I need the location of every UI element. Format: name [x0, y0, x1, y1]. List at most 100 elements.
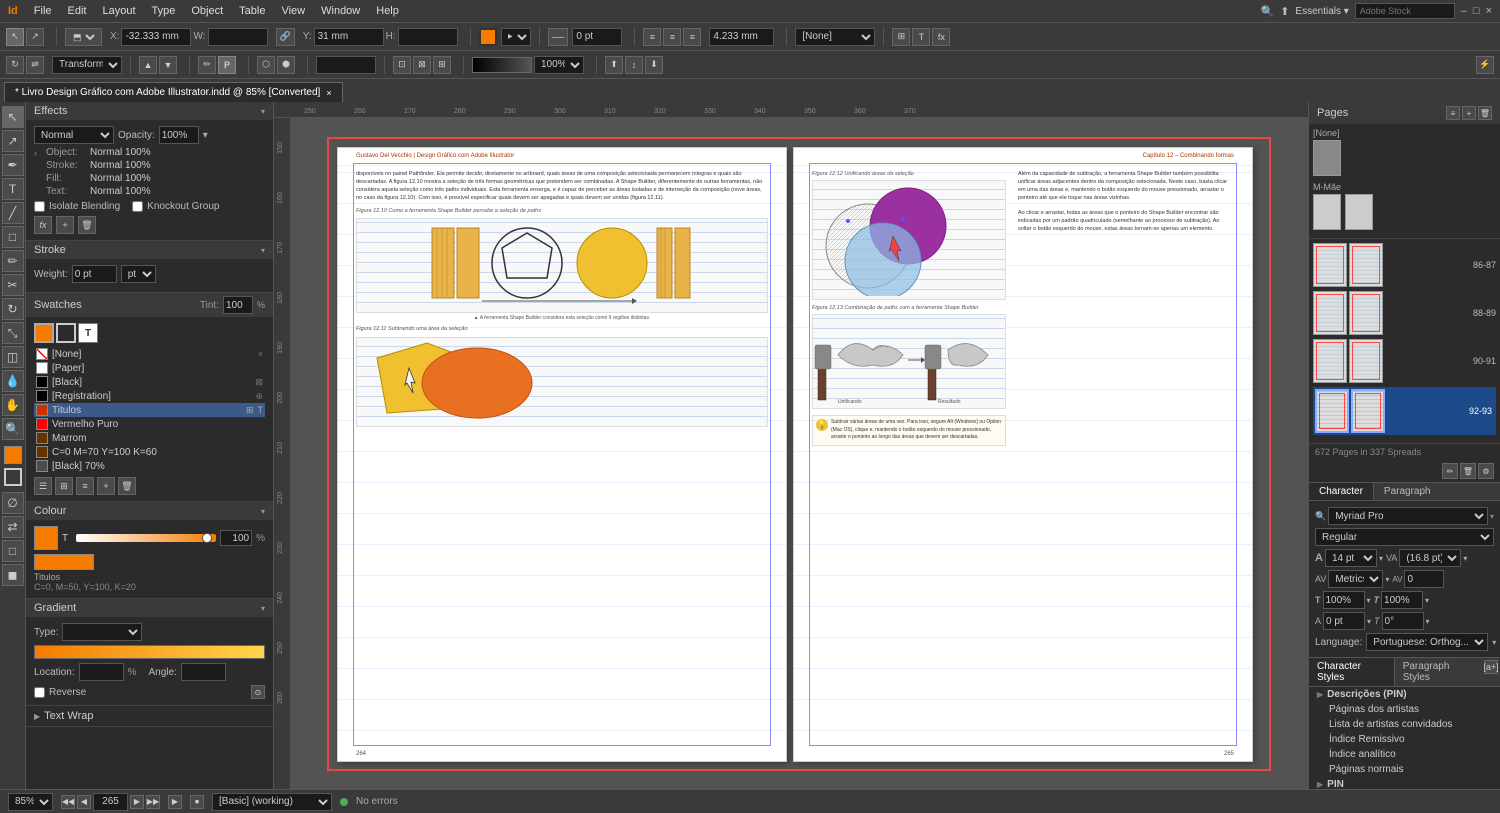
styles-indice-remissivo[interactable]: Índice Remissivo — [1309, 732, 1500, 747]
gradient-angle-input[interactable] — [181, 663, 226, 681]
font-family-select[interactable]: Myriad Pro — [1328, 507, 1488, 525]
scale-v-input[interactable] — [1381, 591, 1423, 609]
styles-descricoes-pin-group[interactable]: ▶ Descrições (PIN) — [1309, 687, 1500, 702]
swatch-list-btn[interactable]: ≡ — [76, 477, 94, 495]
scale-h-arrow[interactable]: ▾ — [1367, 596, 1371, 605]
share-icon[interactable]: ⬆ — [1280, 5, 1289, 18]
scale-h-input[interactable] — [1323, 591, 1365, 609]
prev-btn[interactable]: ◀ — [77, 795, 91, 809]
scale-v-arrow[interactable]: ▾ — [1425, 596, 1429, 605]
tab-para-styles[interactable]: Paragraph Styles — [1395, 658, 1482, 686]
textwrap-header[interactable]: ▶ Text Wrap — [26, 706, 273, 726]
baseline-input[interactable] — [1323, 612, 1365, 630]
type-tool-sidebar[interactable]: T — [2, 178, 24, 200]
stroke-header[interactable]: Stroke ▾ — [26, 241, 273, 259]
leading-arrow[interactable]: ▾ — [1463, 554, 1467, 563]
colour-slider-track[interactable] — [76, 534, 216, 542]
pages-del-btn[interactable]: 🗑 — [1478, 106, 1492, 120]
swatch-menu-btn[interactable]: ☰ — [34, 477, 52, 495]
styles-paginas-artistas[interactable]: Páginas dos artistas — [1309, 702, 1500, 717]
gradient-header[interactable]: Gradient ▾ — [26, 599, 273, 617]
prev-page-btn[interactable]: ◀◀ — [61, 795, 75, 809]
gradient-type-select[interactable] — [62, 623, 142, 641]
mode-select[interactable]: [Basic] (working) — [212, 793, 332, 811]
tint-input[interactable] — [223, 296, 253, 314]
x-input[interactable] — [121, 28, 191, 46]
spread-9091-right[interactable] — [1349, 339, 1383, 383]
reflect-tool[interactable]: ⇌ — [26, 56, 44, 74]
isolate-blending-cb[interactable] — [34, 201, 45, 212]
effects-del-btn[interactable]: 🗑 — [78, 216, 96, 234]
page-mase-thumb-l[interactable] — [1313, 194, 1341, 230]
h-input[interactable] — [398, 28, 458, 46]
styles-paginas-normais[interactable]: Páginas normais — [1309, 762, 1500, 777]
gradient-reverse-label[interactable]: Reverse — [34, 687, 86, 698]
stop-btn[interactable]: ⏹ — [190, 795, 204, 809]
fx-icon[interactable]: fx — [34, 216, 52, 234]
pages-edit-btn[interactable]: ✏ — [1442, 463, 1458, 479]
spread-9293-left[interactable] — [1315, 389, 1349, 433]
fill-swatch[interactable] — [479, 28, 497, 46]
menu-view[interactable]: View — [281, 5, 305, 17]
opacity-input[interactable] — [159, 126, 199, 144]
swatch-black70[interactable]: [Black] 70% — [34, 459, 265, 473]
preview-mode-btn[interactable]: ◼ — [2, 564, 24, 586]
essentials-label[interactable]: Essentials ▾ — [1295, 6, 1348, 17]
anchor-tool[interactable]: ⬢ — [277, 56, 295, 74]
transform-select2[interactable]: Transform — [52, 56, 122, 74]
rotate-tool-sidebar[interactable]: ↻ — [2, 298, 24, 320]
pages-menu-btn[interactable]: ≡ — [1446, 106, 1460, 120]
w-input[interactable] — [208, 28, 268, 46]
weight-input[interactable] — [72, 265, 117, 283]
fill-color-swatch[interactable] — [4, 446, 22, 464]
color-select[interactable]: 100% — [534, 56, 584, 74]
normal-mode-btn[interactable]: □ — [2, 540, 24, 562]
stroke-swatch-icon[interactable] — [56, 323, 76, 343]
search-icon[interactable]: 🔍 — [1260, 5, 1274, 18]
spread-8687-right[interactable] — [1349, 243, 1383, 287]
apply-none-btn[interactable]: ∅ — [2, 492, 24, 514]
menu-table[interactable]: Table — [239, 5, 265, 17]
selection-tool[interactable]: ↖ — [6, 28, 24, 46]
gradient-reverse-cb[interactable] — [34, 687, 45, 698]
language-select[interactable]: Portuguese: Orthog... — [1366, 633, 1488, 651]
swatch-registration[interactable]: [Registration] ⊕ — [34, 389, 265, 403]
spread-8687-left[interactable] — [1313, 243, 1347, 287]
text-btn[interactable]: T — [912, 28, 930, 46]
next-btn[interactable]: ▶ — [130, 795, 144, 809]
effects-header[interactable]: Effects ▾ — [26, 102, 273, 120]
document-tab[interactable]: * Livro Design Gráfico com Adobe Illustr… — [4, 82, 343, 102]
color-gradient-swatch[interactable] — [472, 57, 532, 73]
view-btn2[interactable]: ⊠ — [413, 56, 431, 74]
spacing-input[interactable] — [709, 28, 774, 46]
pages-options-btn[interactable]: ⚙ — [1478, 463, 1494, 479]
spread-8889-right[interactable] — [1349, 291, 1383, 335]
frame-btn[interactable]: ⊞ — [892, 28, 910, 46]
valign-bot[interactable]: ⬇ — [645, 56, 663, 74]
swatch-del-btn[interactable]: 🗑 — [118, 477, 136, 495]
swatch-black[interactable]: [Black] ⊠ — [34, 375, 265, 389]
colour-header[interactable]: Colour ▾ — [26, 502, 273, 520]
zoom-tool-btn[interactable]: 🔍 — [2, 418, 24, 440]
tab-close-btn[interactable]: × — [326, 88, 331, 98]
line-tool-btn[interactable]: ╱ — [2, 202, 24, 224]
baseline-arrow[interactable]: ▾ — [1367, 617, 1371, 626]
fill-swatch-icon[interactable] — [34, 323, 54, 343]
swatch-marrom[interactable]: Marrom — [34, 431, 265, 445]
menu-type[interactable]: Type — [152, 5, 176, 17]
pencil-tool-btn[interactable]: ✏ — [2, 250, 24, 272]
styles-pin-group[interactable]: ▶ PIN — [1309, 777, 1500, 789]
transform-select[interactable]: ⬒ — [65, 28, 102, 46]
y-input[interactable] — [314, 28, 384, 46]
opacity-arrow[interactable]: ▾ — [203, 130, 208, 141]
font-size-select[interactable]: 14 pt — [1325, 549, 1377, 567]
font-style-select[interactable]: Regular — [1315, 528, 1494, 546]
align-right-btn[interactable]: ≡ — [683, 28, 701, 46]
language-arrow[interactable]: ▾ — [1492, 638, 1496, 647]
menu-file[interactable]: File — [34, 5, 52, 17]
constrain-btn[interactable]: 🔗 — [276, 28, 295, 46]
leading-select[interactable]: (16.8 pt) — [1399, 549, 1461, 567]
direct-selection-tool[interactable]: ↗ — [26, 28, 44, 46]
fill-type-select[interactable]: ▸ — [501, 28, 531, 46]
search-stock-input[interactable] — [1355, 3, 1455, 19]
